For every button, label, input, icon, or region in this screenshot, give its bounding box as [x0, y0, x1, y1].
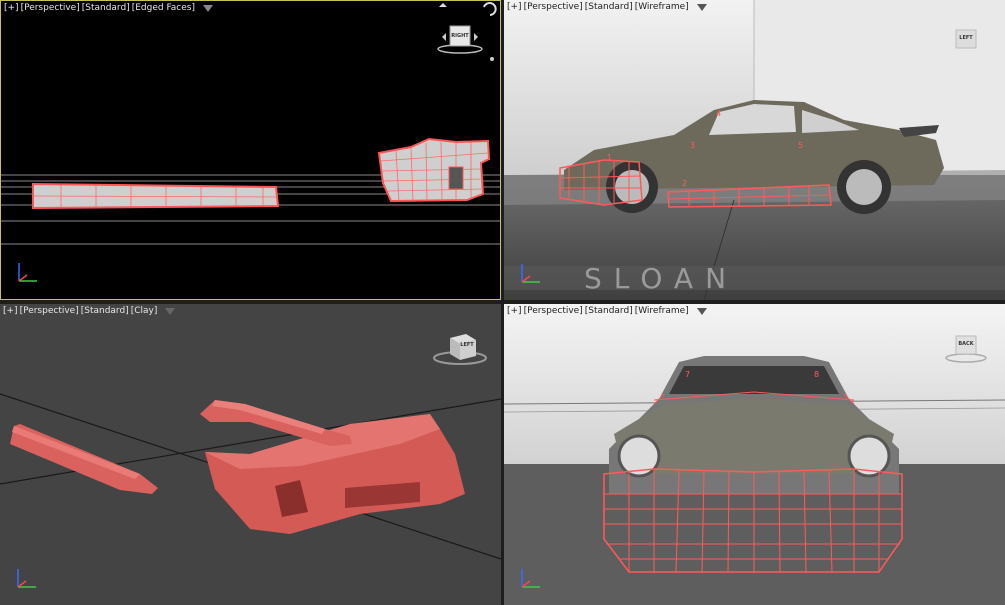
viewport-label: [+] [Perspective] [Standard] [Clay] [3, 306, 176, 316]
viewport-grid: [+] [Perspective] [Standard] [Edged Face… [0, 0, 1005, 605]
filter-icon[interactable] [696, 308, 707, 315]
viewport-shading-menu[interactable]: [Standard] [585, 306, 633, 316]
side-skirt-mesh[interactable] [32, 182, 280, 210]
marker-label: 5 [798, 141, 803, 150]
clay-spoiler-lip[interactable] [200, 400, 352, 446]
viewport-plus-menu[interactable]: [+] [507, 306, 522, 316]
viewport-view-menu[interactable]: [Perspective] [20, 306, 79, 316]
axis-tripod-icon [18, 263, 37, 282]
viewport-shading-menu[interactable]: [Standard] [82, 3, 130, 13]
viewport-shading-menu[interactable]: [Standard] [81, 306, 129, 316]
watermark-text: SLOAN [584, 262, 738, 295]
marker-label: 3 [690, 141, 695, 150]
viewport-view-menu[interactable]: [Perspective] [21, 3, 80, 13]
viewport-mode-menu[interactable]: [Wireframe] [635, 2, 689, 12]
axis-tripod-icon [17, 569, 36, 588]
viewport-plus-menu[interactable]: [+] [4, 3, 19, 13]
scene-bottom-right: 7 8 [504, 304, 1005, 605]
viewport-top-right[interactable]: 4 3 5 1 2 SLOAN [+] [Perspective] [Stand… [504, 0, 1005, 300]
viewcube-face-label[interactable]: RIGHT [450, 27, 470, 45]
scene-top-right: 4 3 5 1 2 SLOAN [504, 0, 1005, 300]
marker-label: 8 [814, 370, 819, 379]
viewcube-face-label[interactable]: LEFT [456, 336, 478, 354]
marker-label: 7 [685, 370, 690, 379]
viewport-label: [+] [Perspective] [Standard] [Edged Face… [4, 3, 213, 13]
viewport-label: [+] [Perspective] [Standard] [Wireframe] [507, 2, 707, 12]
scene-top-left [1, 137, 500, 245]
viewport-view-menu[interactable]: [Perspective] [524, 306, 583, 316]
clay-side-skirt[interactable] [10, 424, 158, 494]
marker-label: 4 [716, 109, 721, 118]
viewport-mode-menu[interactable]: [Edged Faces] [132, 3, 195, 13]
viewport-bottom-left[interactable]: [+] [Perspective] [Standard] [Clay] LEFT [0, 304, 501, 605]
marker-label: 1 [607, 153, 612, 162]
viewcube[interactable]: LEFT [432, 330, 492, 374]
axis-tripod-icon [521, 569, 540, 588]
viewport-label: [+] [Perspective] [Standard] [Wireframe] [507, 306, 707, 316]
viewcube-face-label[interactable]: BACK [956, 335, 976, 353]
viewport-plus-menu[interactable]: [+] [507, 2, 522, 12]
rotate-icon [483, 2, 497, 16]
marker-label: 2 [682, 179, 687, 188]
axis-tripod-icon [521, 264, 540, 283]
viewport-mode-menu[interactable]: [Wireframe] [635, 306, 689, 316]
viewport-view-menu[interactable]: [Perspective] [524, 2, 583, 12]
home-icon [439, 3, 447, 7]
viewport-top-left[interactable]: [+] [Perspective] [Standard] [Edged Face… [0, 0, 501, 300]
filter-icon[interactable] [696, 4, 707, 11]
filter-icon[interactable] [203, 5, 213, 12]
viewport-mode-menu[interactable]: [Clay] [131, 306, 158, 316]
scene-bottom-left [0, 393, 501, 560]
viewport-plus-menu[interactable]: [+] [3, 306, 18, 316]
front-bumper-mesh[interactable] [377, 137, 491, 203]
viewport-shading-menu[interactable]: [Standard] [585, 2, 633, 12]
viewcube[interactable]: RIGHT [434, 1, 498, 67]
viewcube-face-label[interactable]: LEFT [956, 29, 976, 47]
viewcube[interactable]: BACK [944, 332, 990, 370]
viewport-bottom-right[interactable]: 7 8 [+] [Perspective] [Standard] [Wirefr… [504, 304, 1005, 605]
viewcube[interactable]: LEFT [952, 28, 982, 56]
filter-icon[interactable] [165, 308, 176, 315]
